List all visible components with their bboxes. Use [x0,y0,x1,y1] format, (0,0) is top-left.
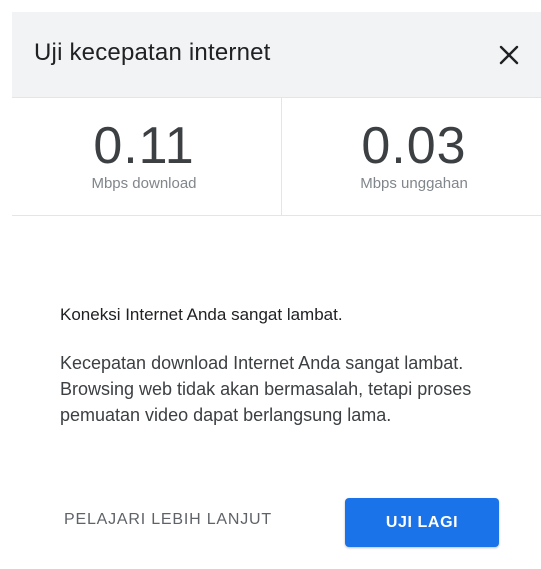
speed-test-dialog: Uji kecepatan internet 0.11 Mbps downloa… [0,0,541,569]
dialog-title: Uji kecepatan internet [34,39,271,66]
upload-stat: 0.03 Mbps unggahan [281,98,541,215]
download-value: 0.11 [93,117,195,175]
download-unit: Mbps download [91,175,197,192]
message-body: Kecepatan download Internet Anda sangat … [60,353,472,425]
upload-value: 0.03 [361,117,467,175]
top-edge [0,0,541,12]
dialog-header: Uji kecepatan internet [12,12,541,98]
close-button[interactable] [491,37,527,73]
upload-unit: Mbps unggahan [360,175,468,192]
learn-more-button[interactable]: PELAJARI LEBIH LANJUT [64,511,272,529]
close-icon [499,45,519,65]
retry-button[interactable]: UJI LAGI [345,498,499,547]
message-title: Koneksi Internet Anda sangat lambat. [60,305,343,324]
speed-results: 0.11 Mbps download 0.03 Mbps unggahan [12,98,541,216]
download-stat: 0.11 Mbps download [12,98,276,215]
